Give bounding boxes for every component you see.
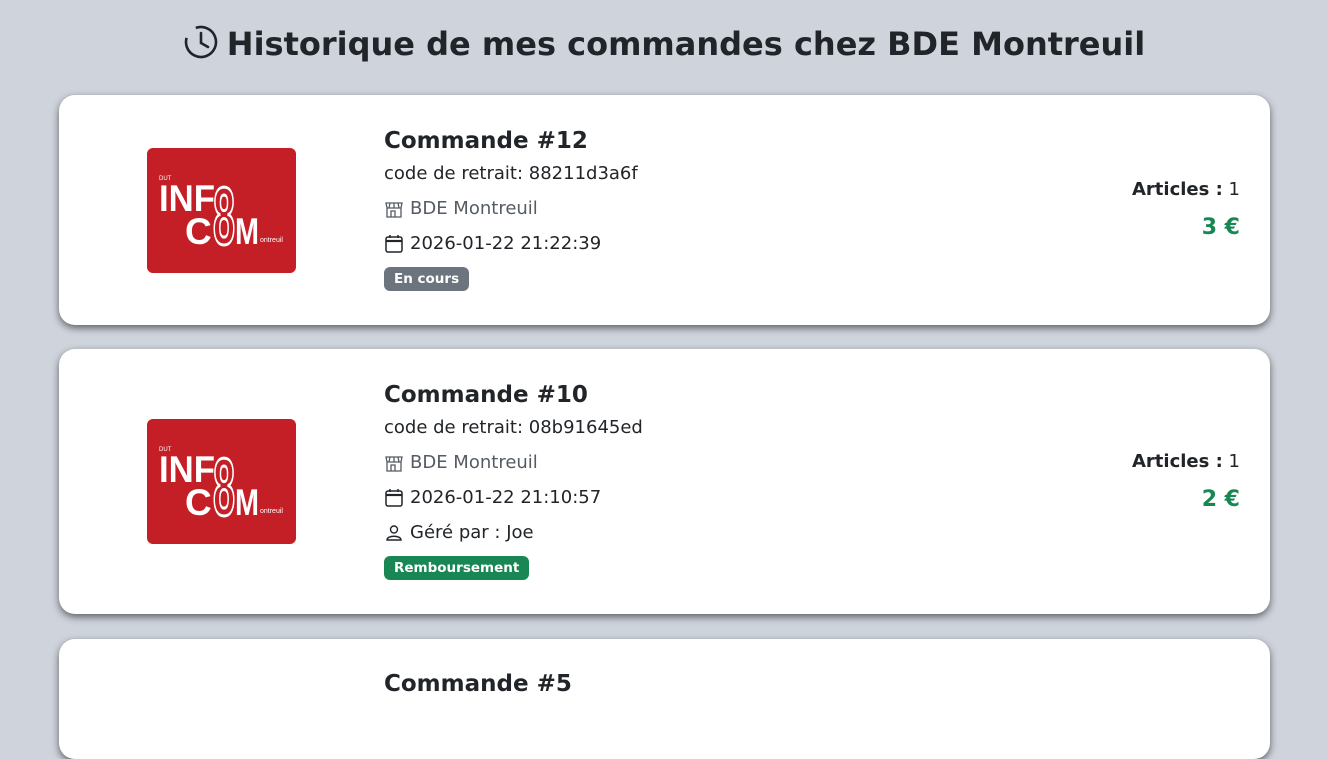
shop-name: BDE Montreuil	[410, 452, 538, 473]
shop-logo: DUT INF 8 C M ontreuil	[147, 419, 296, 544]
status-badge: Remboursement	[384, 556, 530, 580]
date-row: 2026-01-22 21:10:57	[384, 485, 643, 511]
svg-text:C: C	[185, 482, 212, 523]
order-date: 2026-01-22 21:10:57	[410, 487, 602, 508]
shop-row: BDE Montreuil	[384, 196, 638, 222]
shop-logo: DUT INF 8 C M ontreuil	[147, 148, 296, 273]
order-title: Commande #12	[384, 128, 588, 154]
order-card[interactable]: DUT INF 8 C M ontreuil Commande #12 code…	[59, 95, 1270, 325]
svg-text:8: 8	[213, 442, 235, 533]
articles-count: Articles : 1	[1132, 451, 1240, 472]
page-title: Historique de mes commandes chez BDE Mon…	[0, 22, 1328, 71]
manager-row: Géré par : Joe	[384, 520, 643, 546]
order-title: Commande #10	[384, 382, 588, 408]
order-card[interactable]: Commande #5	[59, 639, 1270, 759]
calendar-icon	[385, 489, 403, 507]
svg-text:C: C	[185, 211, 212, 252]
shop-icon	[385, 456, 403, 472]
shop-row: BDE Montreuil	[384, 450, 643, 476]
svg-text:M: M	[235, 211, 259, 252]
svg-text:ontreuil: ontreuil	[260, 237, 283, 244]
person-icon	[386, 525, 402, 541]
articles-count: Articles : 1	[1132, 179, 1240, 200]
svg-text:8: 8	[213, 171, 235, 262]
page-title-text: Historique de mes commandes chez BDE Mon…	[226, 25, 1146, 63]
pickup-code: code de retrait: 08b91645ed	[384, 417, 643, 438]
order-price: 3 €	[1201, 215, 1240, 240]
order-price: 2 €	[1201, 487, 1240, 512]
pickup-code: code de retrait: 88211d3a6f	[384, 163, 638, 184]
order-card[interactable]: DUT INF 8 C M ontreuil Commande #10 code…	[59, 349, 1270, 614]
svg-text:M: M	[235, 482, 259, 523]
date-row: 2026-01-22 21:22:39	[384, 231, 638, 257]
manager-name: Géré par : Joe	[410, 522, 534, 543]
svg-text:ontreuil: ontreuil	[260, 508, 283, 515]
calendar-icon	[385, 235, 403, 253]
shop-icon	[385, 202, 403, 218]
shop-name: BDE Montreuil	[410, 198, 538, 219]
status-badge: En cours	[384, 267, 470, 291]
history-clock-icon	[183, 24, 219, 71]
order-title: Commande #5	[384, 671, 572, 697]
order-date: 2026-01-22 21:22:39	[410, 233, 602, 254]
